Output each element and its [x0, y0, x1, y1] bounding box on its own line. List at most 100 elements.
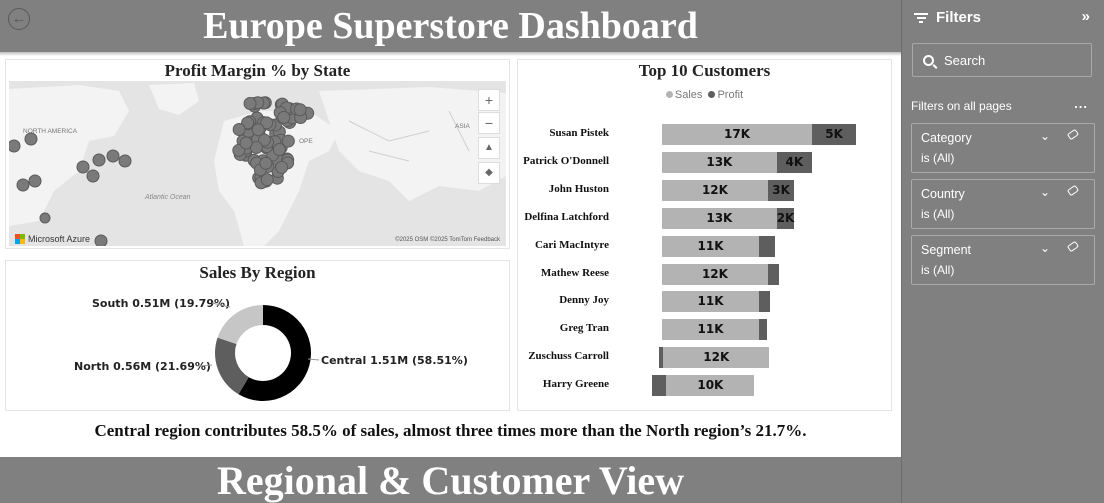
dashboard-title: Europe Superstore Dashboard [203, 5, 698, 47]
map-bubble[interactable] [118, 154, 132, 168]
map-bubble[interactable] [251, 123, 265, 137]
filters-all-pages-label: Filters on all pages [911, 99, 1012, 113]
customer-name: Denny Joy [559, 294, 609, 307]
sales-data-label: 13K [706, 154, 733, 169]
map-bubble[interactable] [76, 160, 90, 174]
profit-data-label: 5K [825, 127, 843, 141]
filter-card-value: is (All) [921, 207, 955, 221]
legend-sales-label: Sales [674, 89, 703, 101]
customer-name: Patrick O'Donnell [523, 154, 609, 167]
customers-panel: Top 10 Customers Sales Profit Susan Pist… [517, 59, 892, 411]
donut-slice[interactable] [217, 305, 263, 345]
search-placeholder: Search [944, 52, 986, 68]
legend-sales-dot [665, 91, 673, 98]
map-bubble[interactable] [106, 149, 120, 163]
filters-search-input[interactable]: Search [912, 43, 1092, 77]
map-label-europe: OPE [299, 138, 313, 145]
compass-icon[interactable]: ◆ [478, 162, 500, 184]
region-donut-chart[interactable] [208, 298, 318, 408]
profit-bar[interactable] [759, 291, 770, 313]
map-svg: NORTH AMERICA Atlantic Ocean ASIA OPE [9, 83, 506, 246]
region-title: Sales By Region [199, 263, 316, 282]
profit-bar[interactable] [759, 319, 767, 341]
filter-card-country[interactable]: Country is (All) ⌄ [911, 179, 1095, 229]
filter-card-segment[interactable]: Segment is (All) ⌄ [911, 235, 1095, 285]
map-bubble[interactable] [281, 134, 295, 148]
profit-data-label: 4K [785, 154, 804, 169]
region-panel: Sales By Region South 0.51M (19.79%) Nor… [5, 260, 510, 411]
donut-label-central: Central 1.51M (58.51%) [321, 354, 468, 367]
chevron-down-icon[interactable]: ⌄ [1040, 185, 1050, 199]
sales-data-label: 17K [724, 127, 750, 141]
map-label-atlantic: Atlantic Ocean [144, 194, 191, 201]
azure-brand: Microsoft Azure [15, 234, 90, 244]
greenland-landmass [149, 83, 199, 115]
map-bubble[interactable] [16, 178, 30, 192]
filter-card-value: is (All) [921, 263, 955, 277]
customer-name: Harry Greene [542, 378, 609, 391]
zoom-out-button[interactable]: − [478, 112, 500, 134]
zoom-in-button[interactable]: + [478, 89, 500, 111]
filter-card-name: Country [921, 187, 965, 201]
sales-data-label: 11K [697, 294, 724, 309]
azure-brand-label: Microsoft Azure [28, 234, 91, 244]
filter-card-value: is (All) [921, 151, 955, 165]
donut-label-north: North 0.56M (21.69%) [74, 360, 211, 373]
customers-title: Top 10 Customers [638, 61, 771, 80]
clear-filter-icon[interactable] [1066, 184, 1080, 197]
dashboard-footer: Regional & Customer View [0, 457, 901, 503]
map-bubble[interactable] [92, 153, 106, 167]
sales-data-label: 13K [706, 210, 733, 225]
legend-profit-dot [708, 91, 716, 98]
map-credit[interactable]: ©2025 OSM ©2025 TomTom Feedback [395, 237, 500, 243]
collapse-pane-icon[interactable]: » [1082, 8, 1090, 25]
map-bubble[interactable] [232, 123, 246, 137]
microsoft-logo-icon [15, 234, 25, 244]
dashboard-header: ← Europe Superstore Dashboard [0, 0, 901, 52]
back-arrow-icon[interactable]: ← [8, 8, 30, 30]
profit-bar[interactable] [759, 235, 775, 257]
legend-profit-label: Profit [717, 89, 744, 101]
map-bubble[interactable] [293, 103, 307, 117]
chevron-down-icon[interactable]: ⌄ [1040, 129, 1050, 143]
sales-data-label: 12K [701, 182, 728, 197]
clear-filter-icon[interactable] [1066, 128, 1080, 141]
clear-filter-icon[interactable] [1066, 240, 1080, 253]
tilt-icon[interactable]: ▲ [478, 137, 500, 159]
chevron-down-icon[interactable]: ⌄ [1040, 241, 1050, 255]
sales-data-label: 12K [703, 350, 730, 365]
filter-card-category[interactable]: Category is (All) ⌄ [911, 123, 1095, 173]
sales-data-label: 12K [701, 266, 728, 281]
customers-legend: Sales Profit [518, 89, 891, 101]
sales-data-label: 11K [697, 322, 724, 337]
insight-text: Central region contributes 58.5% of sale… [94, 421, 807, 440]
map-bubble[interactable] [24, 132, 38, 146]
map-bubble[interactable] [259, 156, 273, 170]
profit-bar[interactable] [652, 375, 667, 397]
profit-bar[interactable] [767, 263, 780, 285]
profit-data-label: 3K [772, 182, 790, 197]
map-bubble[interactable] [86, 169, 100, 183]
map-bubble[interactable] [94, 234, 108, 246]
customer-name: Delfina Latchford [524, 210, 609, 223]
map-bubble[interactable] [243, 97, 257, 111]
map-panel: Profit Margin % by State NORTH AMERICA A… [5, 59, 510, 249]
map-bubble[interactable] [239, 136, 253, 150]
donut-label-south: South 0.51M (19.79%) [92, 297, 231, 310]
profit-data-label: 2K [776, 210, 795, 225]
bubble-map[interactable]: NORTH AMERICA Atlantic Ocean ASIA OPE + … [9, 81, 506, 246]
map-bubble[interactable] [28, 174, 42, 188]
sales-data-label: 10K [697, 378, 724, 393]
customer-name: Greg Tran [559, 322, 609, 335]
customer-name: Cari MacIntyre [534, 238, 609, 251]
map-bubble[interactable] [277, 110, 291, 124]
more-options-icon[interactable]: ... [1074, 96, 1088, 111]
filter-card-name: Category [921, 131, 972, 145]
map-bubble[interactable] [39, 212, 51, 224]
filters-header: Filters [914, 9, 981, 26]
filter-icon [914, 12, 928, 23]
map-bubble[interactable] [9, 139, 21, 153]
header-shadow [0, 52, 901, 56]
filters-pane: Filters » Search Filters on all pages ..… [901, 0, 1104, 503]
map-bubble[interactable] [275, 160, 289, 174]
